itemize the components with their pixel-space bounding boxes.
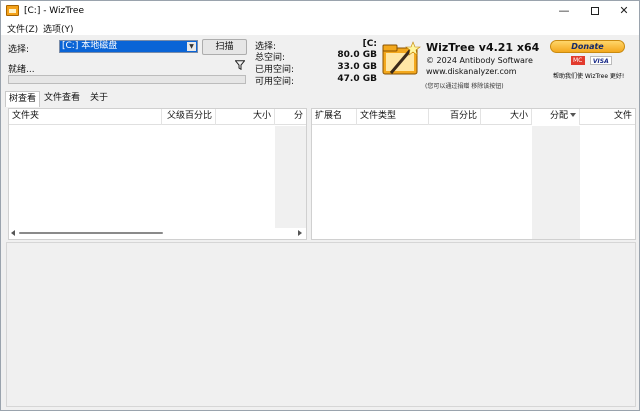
chevron-down-icon: ▼ bbox=[187, 42, 196, 51]
mastercard-icon: MC bbox=[571, 56, 585, 65]
donate-area: Donate MC VISA 帮助我们使 WizTree 更好! bbox=[539, 35, 639, 91]
col-percent[interactable]: 百分比 bbox=[429, 109, 481, 125]
ext-table-header: 扩展名 文件类型 百分比 大小 分配 文件 bbox=[312, 109, 635, 125]
stat-used-value: 33.0 GB bbox=[337, 62, 377, 72]
drive-dropdown[interactable]: [C:] 本地磁盘 ▼ bbox=[59, 40, 198, 53]
sort-desc-icon bbox=[570, 113, 576, 117]
donate-button[interactable]: Donate bbox=[550, 40, 625, 53]
payment-cards: MC VISA bbox=[571, 56, 614, 66]
menu-options[interactable]: 选项(Y) bbox=[43, 22, 74, 35]
select-label: 选择: bbox=[8, 45, 30, 55]
col-alloc-truncated[interactable]: 分 bbox=[275, 109, 306, 125]
stat-used: 已用空间: 33.0 GB bbox=[255, 62, 377, 75]
top-panel: 选择: [C:] 本地磁盘 ▼ 扫描 就绪... 选择: [C: 总空间: 80… bbox=[1, 35, 639, 91]
drive-dropdown-value: [C:] 本地磁盘 bbox=[62, 41, 118, 51]
donate-note: 帮助我们使 WizTree 更好! bbox=[553, 73, 625, 80]
scan-progress-bar bbox=[8, 75, 246, 84]
wiztree-logo-icon bbox=[382, 41, 421, 75]
scroll-thumb[interactable] bbox=[19, 232, 163, 234]
scan-button[interactable]: 扫描 bbox=[202, 39, 247, 55]
tab-about[interactable]: 关于 bbox=[87, 91, 111, 107]
product-name: WizTree v4.21 x64 bbox=[426, 41, 540, 54]
donate-hint-text: (您可以通过捐赠 移除该按钮) bbox=[425, 83, 504, 90]
visa-icon: VISA bbox=[589, 56, 612, 65]
stat-free-value: 47.0 GB bbox=[337, 74, 377, 84]
status-text: 就绪... bbox=[8, 65, 35, 75]
minimize-button[interactable]: — bbox=[548, 1, 580, 21]
col-folder[interactable]: 文件夹 bbox=[9, 109, 162, 125]
tab-tree-view[interactable]: 树查看 bbox=[5, 91, 41, 107]
column-shade bbox=[275, 126, 306, 229]
stat-free: 可用空间: 47.0 GB bbox=[255, 74, 377, 87]
sorted-column-shade bbox=[532, 126, 580, 239]
treemap-area[interactable] bbox=[6, 242, 636, 407]
folder-tree-pane[interactable]: 文件夹 父级百分比 大小 分 bbox=[8, 108, 307, 240]
col-size[interactable]: 大小 bbox=[216, 109, 275, 125]
view-tabs: 树查看 文件查看 关于 bbox=[5, 91, 305, 107]
tab-file-view[interactable]: 文件查看 bbox=[41, 91, 83, 107]
extension-table-pane[interactable]: 扩展名 文件类型 百分比 大小 分配 文件 bbox=[311, 108, 636, 240]
window-title: [C:] - WizTree bbox=[24, 6, 84, 16]
website-link[interactable]: www.diskanalyzer.com bbox=[426, 67, 517, 76]
col-size[interactable]: 大小 bbox=[481, 109, 532, 125]
copyright-text: © 2024 Antibody Software bbox=[426, 56, 533, 65]
stat-total: 总空间: 80.0 GB bbox=[255, 50, 377, 63]
stat-select: 选择: [C: bbox=[255, 39, 377, 52]
menu-bar: 文件(Z) 选项(Y) bbox=[1, 21, 639, 35]
stat-free-label: 可用空间: bbox=[255, 77, 295, 87]
stat-total-value: 80.0 GB bbox=[337, 50, 377, 60]
folder-table-header: 文件夹 父级百分比 大小 分 bbox=[9, 109, 306, 125]
disk-stats: 选择: [C: 总空间: 80.0 GB 已用空间: 33.0 GB 可用空间:… bbox=[251, 35, 377, 91]
app-window: [C:] - WizTree — ✕ 文件(Z) 选项(Y) 选择: [C:] … bbox=[0, 0, 640, 411]
col-allocated[interactable]: 分配 bbox=[532, 109, 580, 125]
menu-file[interactable]: 文件(Z) bbox=[7, 22, 38, 35]
wiztree-app-icon bbox=[6, 5, 19, 16]
title-bar: [C:] - WizTree — ✕ bbox=[1, 1, 639, 21]
filter-icon[interactable] bbox=[235, 60, 245, 70]
stat-select-value: [C: bbox=[362, 39, 377, 49]
folder-pane-scrollbar[interactable] bbox=[9, 228, 306, 239]
maximize-button[interactable] bbox=[579, 1, 611, 21]
col-extension[interactable]: 扩展名 bbox=[312, 109, 357, 125]
about-logo-area: WizTree v4.21 x64 © 2024 Antibody Softwa… bbox=[377, 35, 539, 91]
col-files[interactable]: 文件 bbox=[580, 109, 635, 125]
close-button[interactable]: ✕ bbox=[608, 1, 640, 21]
maximize-icon bbox=[591, 7, 599, 15]
scroll-right-icon[interactable] bbox=[298, 230, 302, 236]
scroll-left-icon[interactable] bbox=[11, 230, 15, 236]
col-allocated-label: 分配 bbox=[549, 111, 568, 121]
col-file-type[interactable]: 文件类型 bbox=[357, 109, 429, 125]
col-parent-percent[interactable]: 父级百分比 bbox=[162, 109, 216, 125]
